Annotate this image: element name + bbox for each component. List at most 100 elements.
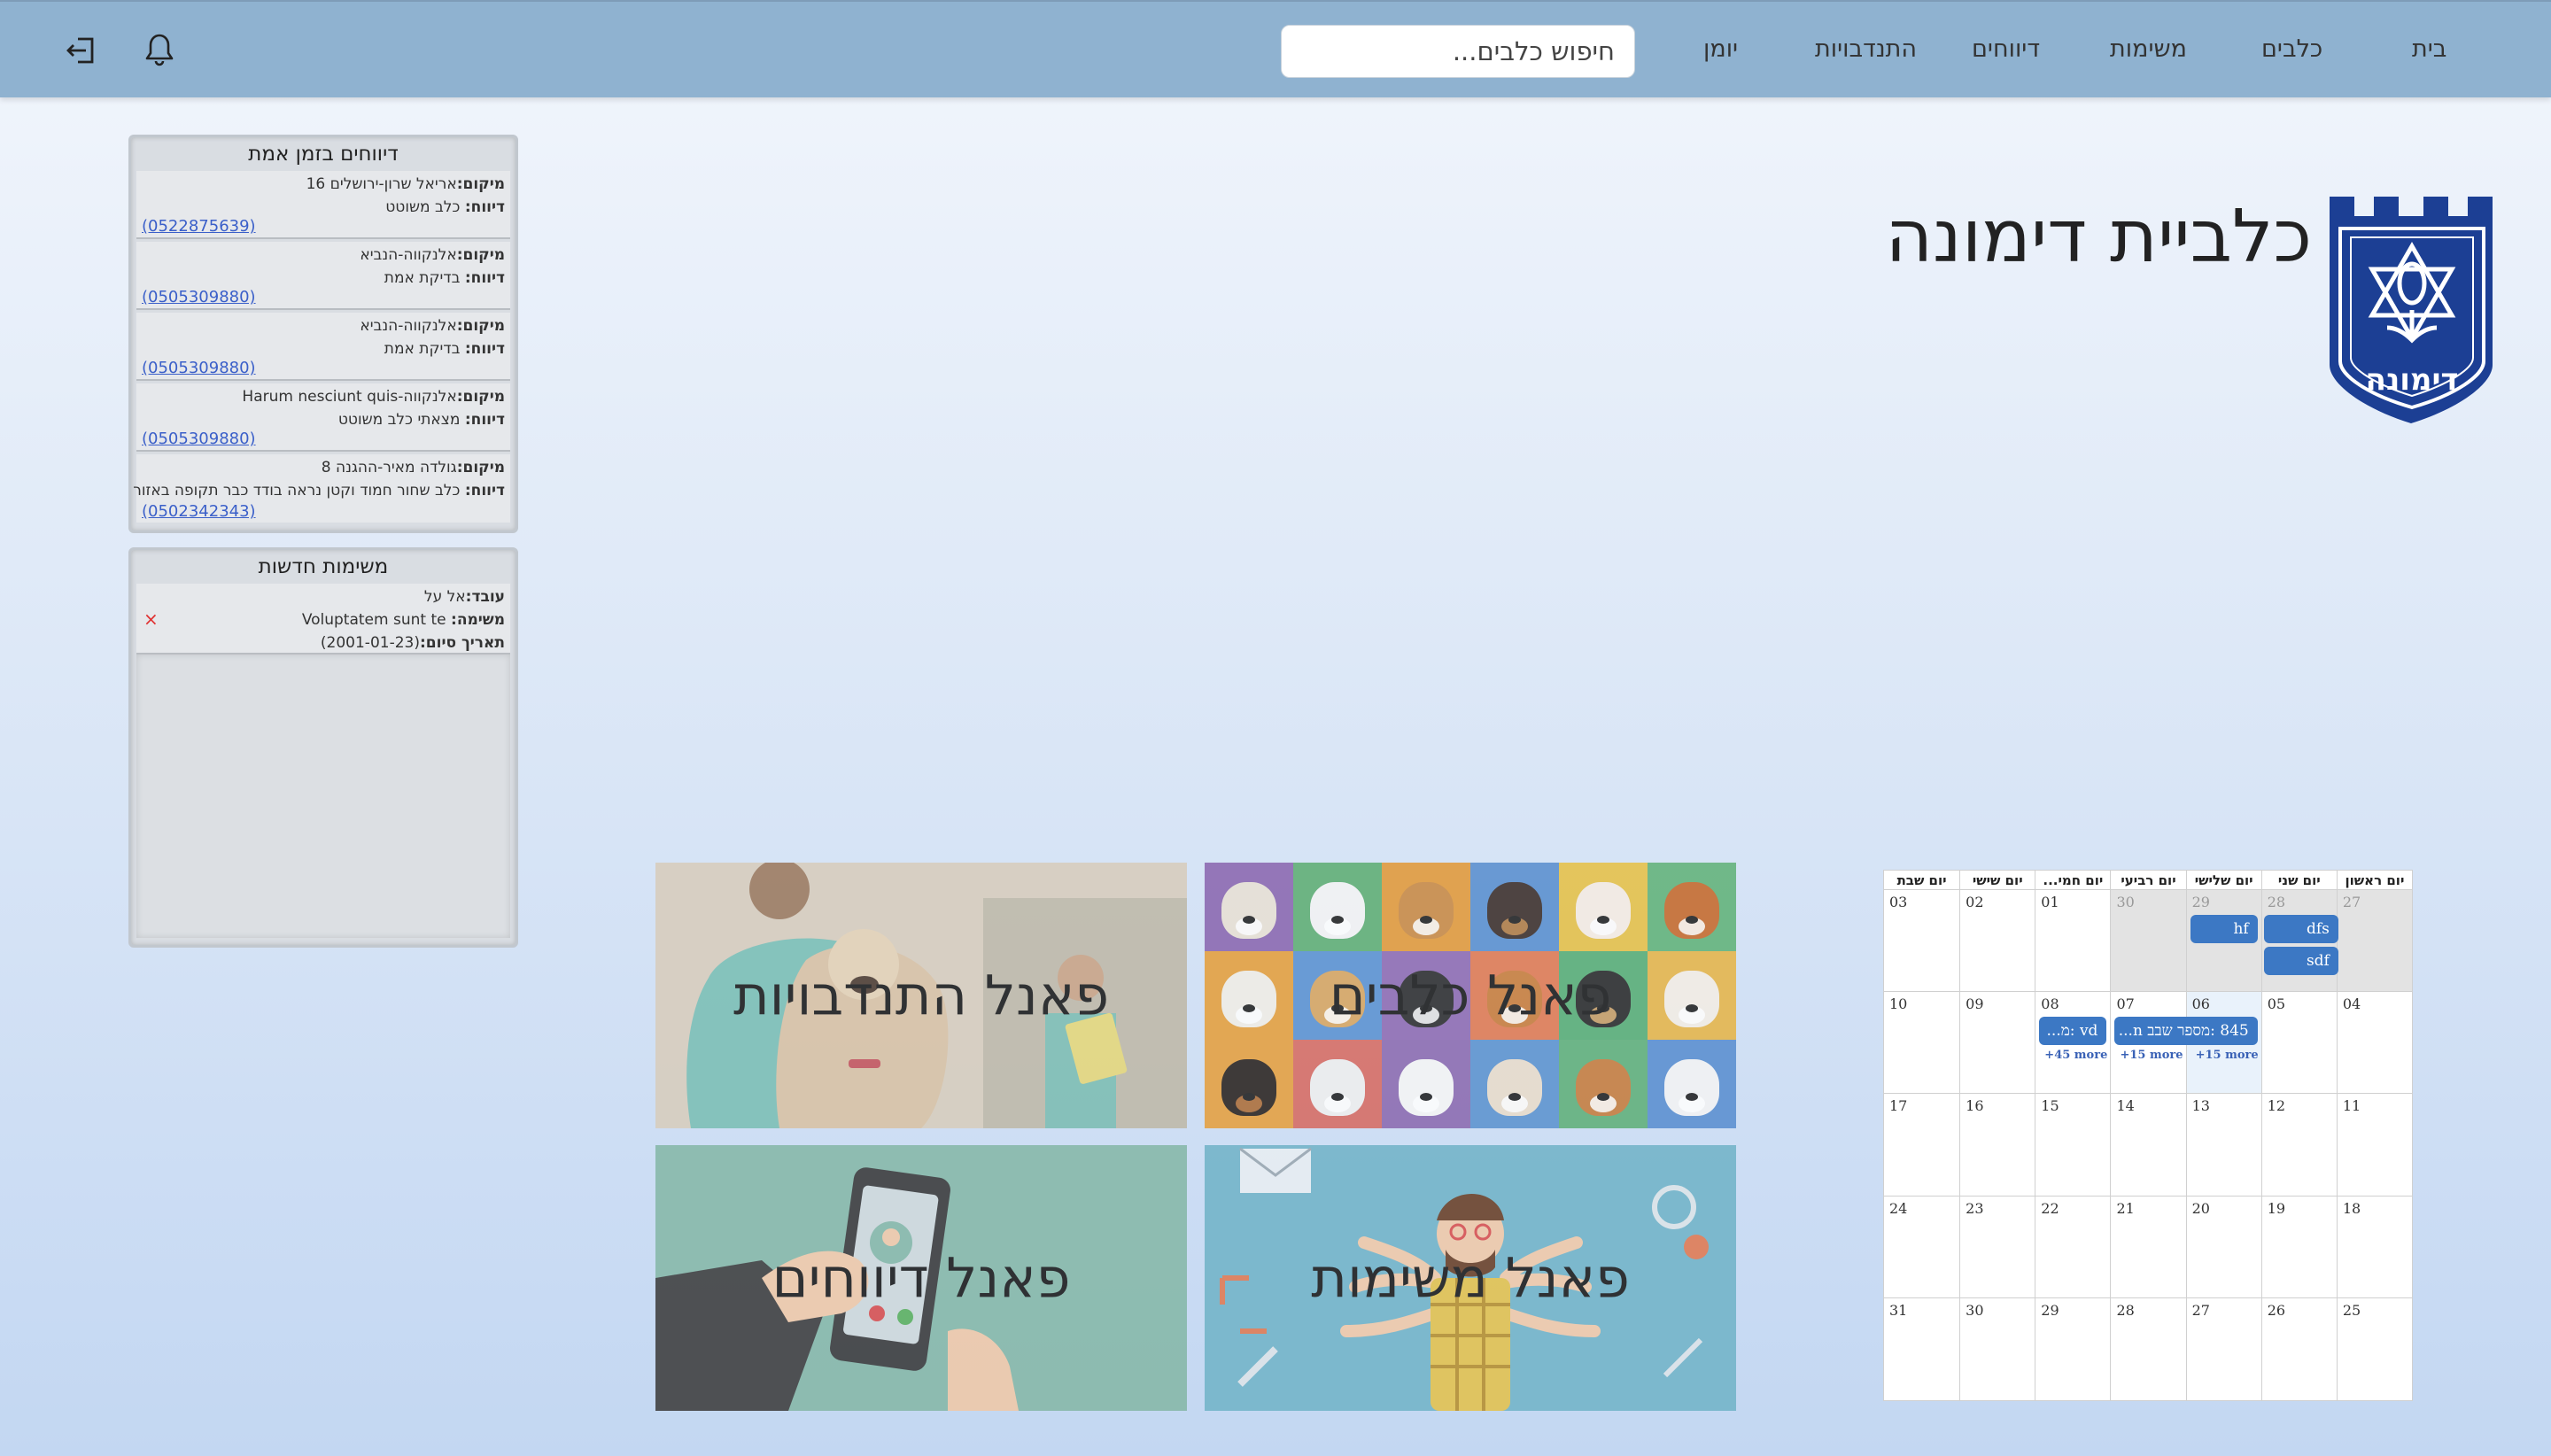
day-number: 30 <box>1966 1301 1984 1319</box>
calendar-day[interactable]: 11 <box>2336 1094 2412 1197</box>
report-location: אריאל שרון-ירושלים 16 <box>306 175 457 193</box>
day-number: 18 <box>2342 1199 2361 1217</box>
calendar-day[interactable]: 28 dfs sdf <box>2260 890 2338 993</box>
logo-text: דימונה <box>2365 362 2458 398</box>
day-number: 03 <box>1889 894 1908 910</box>
more-events-link[interactable]: +15 more <box>2196 1049 2259 1062</box>
logout-icon[interactable] <box>60 28 105 73</box>
day-number: 14 <box>2116 1097 2135 1115</box>
nav-reports[interactable]: דיווחים <box>1972 35 2040 63</box>
weekday-label: יום שבת <box>1896 872 1947 888</box>
calendar-day[interactable]: 27 <box>2185 1297 2261 1400</box>
task-text: Voluptatem sunt te <box>301 611 446 629</box>
calendar-grid: 27 28 dfs sdf 29 hf 30 01 02 03 04 05 06… <box>1884 890 2412 1400</box>
report-phone-link[interactable]: (0522875639) <box>142 217 256 236</box>
calendar-day[interactable]: 16 <box>1959 1094 2035 1197</box>
calendar-day[interactable]: 21 <box>2110 1196 2186 1298</box>
calendar-day[interactable]: 12 <box>2260 1094 2337 1197</box>
calendar-day[interactable]: 14 <box>2110 1094 2186 1197</box>
task-due-date: (2001-01-23) <box>320 634 420 652</box>
dogs-panel-tile[interactable]: פאנל כלבים <box>1205 863 1736 1128</box>
calendar-event[interactable]: sdf <box>2263 947 2338 975</box>
calendar-day[interactable]: 31 <box>1884 1298 1959 1400</box>
calendar-day[interactable]: 01 <box>2035 890 2111 993</box>
day-number: 05 <box>2267 995 2286 1013</box>
weekday-label: יום שישי <box>1959 871 2035 889</box>
weekday-label: יום רביעי <box>2110 871 2185 889</box>
tasks-empty-area <box>136 654 510 938</box>
more-events-link[interactable]: +15 more <box>2120 1049 2183 1062</box>
delete-task-icon[interactable]: × <box>143 608 159 630</box>
day-number: 24 <box>1889 1199 1908 1217</box>
location-label: מיקום <box>462 459 506 476</box>
calendar-day[interactable]: 29 hf <box>2185 890 2261 993</box>
reports-panel-tile[interactable]: פאנל דיווחים <box>655 1145 1187 1411</box>
calendar-day[interactable]: 03 <box>1884 890 1960 993</box>
calendar-day-today[interactable]: 06 845 :מספר שבב n... +15 more <box>2113 992 2261 1095</box>
dog-pattern-cell <box>1559 863 1648 951</box>
calendar-day[interactable]: 25 <box>2336 1297 2412 1400</box>
calendar-day[interactable]: 13 <box>2185 1094 2261 1197</box>
nav-calendar[interactable]: יומן <box>1703 35 1738 63</box>
nav-dogs[interactable]: כלבים <box>2261 35 2322 63</box>
nav-home[interactable]: בית <box>2412 35 2446 63</box>
dog-pattern-cell <box>1648 863 1736 951</box>
report-phone-link[interactable]: (0502342343) <box>142 502 256 521</box>
calendar-day[interactable]: 15 <box>2035 1094 2111 1197</box>
calendar-event[interactable]: vd :מ... <box>2039 1017 2107 1046</box>
calendar-day[interactable]: 23 <box>1959 1196 2035 1298</box>
report-text: כלב משוטט <box>385 198 461 216</box>
tasks-panel-tile[interactable]: פאנל משימות <box>1205 1145 1736 1411</box>
calendar-day[interactable]: 18 <box>2336 1196 2412 1298</box>
day-number: 28 <box>2116 1301 2135 1319</box>
calendar-day[interactable]: 30 <box>2110 890 2186 993</box>
calendar-event[interactable]: 845 :מספר שבב n... <box>2113 1017 2258 1046</box>
calendar-event[interactable]: hf <box>2190 915 2258 943</box>
new-tasks-panel: משימות חדשות עובד:אל על משימה: Voluptate… <box>128 547 518 948</box>
calendar-day[interactable]: 28 <box>2110 1297 2185 1400</box>
report-location: אלנקווה-Harum nesciunt quis <box>242 388 457 406</box>
volunteering-panel-tile[interactable]: פאנל התנדבויות <box>655 863 1187 1128</box>
calendar-day[interactable]: 26 <box>2260 1297 2337 1400</box>
calendar-day[interactable]: 04 <box>2336 992 2412 1095</box>
report-phone-link[interactable]: (0505309880) <box>142 359 256 377</box>
calendar-day[interactable]: 20 <box>2185 1196 2261 1298</box>
calendar-day[interactable]: 02 <box>1959 890 2035 993</box>
bell-icon[interactable] <box>137 28 182 73</box>
day-number: 02 <box>1966 894 1984 910</box>
report-label: דיווח <box>470 198 505 216</box>
dog-pattern-cell <box>1205 1040 1293 1128</box>
calendar-day[interactable]: 30 <box>1959 1297 2035 1400</box>
day-number: 23 <box>1966 1199 1984 1217</box>
location-label: מיקום <box>462 388 506 406</box>
day-number: 25 <box>2342 1301 2361 1319</box>
calendar-day[interactable]: 08 vd :מ... +45 more <box>2035 992 2111 1095</box>
report-location: גולדה מאיר-ההגנה 8 <box>321 459 457 476</box>
calendar-day[interactable]: 29 <box>2035 1297 2110 1400</box>
calendar-day[interactable]: 22 <box>2035 1196 2111 1298</box>
calendar-day[interactable]: 27 <box>2336 890 2412 993</box>
dog-pattern-cell <box>1470 1040 1559 1128</box>
calendar-day[interactable]: 09 <box>1959 992 2035 1095</box>
report-location: אלנקווה-הנביא <box>360 246 457 264</box>
calendar-day[interactable]: 19 <box>2260 1196 2337 1298</box>
nav-tasks[interactable]: משימות <box>2110 35 2187 63</box>
weekday-label: יום שני <box>2260 871 2337 889</box>
report-phone-link[interactable]: (0505309880) <box>142 430 256 448</box>
nav-volunteering[interactable]: התנדבויות <box>1815 35 1917 63</box>
worker-label: עובד <box>471 588 505 606</box>
day-number: 17 <box>1889 1097 1908 1115</box>
calendar-event[interactable]: dfs <box>2263 915 2338 943</box>
search-input[interactable] <box>1281 25 1635 78</box>
calendar-day[interactable]: 05 <box>2260 992 2337 1095</box>
reports-panel-label: פאנל דיווחים <box>772 1245 1071 1311</box>
report-text: כלב שחור חמוד וקטן נראה בודד כבר תקופה ב… <box>133 482 461 500</box>
weekday-label: יום שלישי <box>2185 871 2261 889</box>
calendar-day[interactable]: 24 <box>1884 1197 1960 1298</box>
more-events-link[interactable]: +45 more <box>2044 1049 2107 1062</box>
calendar-weekday-header: יום ראשון יום שני יום שלישי יום רביעי יו… <box>1884 871 2412 890</box>
calendar-day[interactable]: 17 <box>1884 1094 1960 1197</box>
day-number: 28 <box>2267 894 2286 910</box>
calendar-day[interactable]: 10 <box>1884 992 1960 1095</box>
report-phone-link[interactable]: (0505309880) <box>142 288 256 306</box>
